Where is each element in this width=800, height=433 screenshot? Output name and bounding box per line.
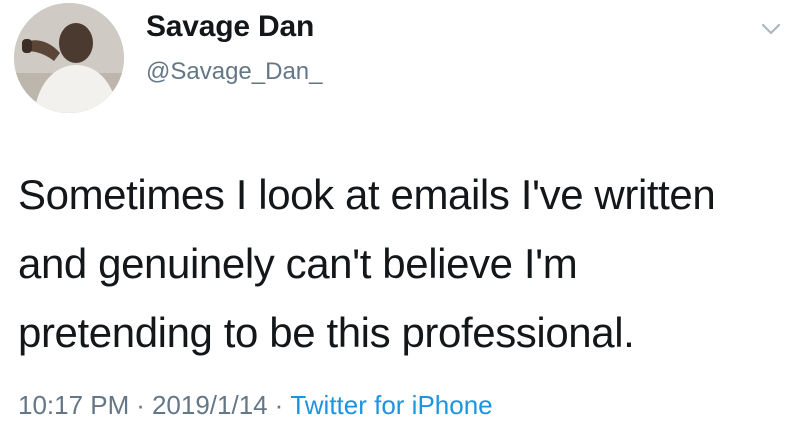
tweet-time[interactable]: 10:17 PM: [18, 390, 129, 420]
avatar-photo: [14, 3, 124, 113]
display-name[interactable]: Savage Dan: [146, 10, 314, 44]
tweet-metadata: 10:17 PM · 2019/1/14 · Twitter for iPhone: [18, 390, 493, 421]
meta-separator: ·: [274, 390, 284, 420]
avatar[interactable]: [14, 3, 124, 113]
tweet-text-line: pretending to be this professional.: [18, 309, 635, 356]
chevron-down-icon[interactable]: [756, 14, 786, 44]
tweet-source-link[interactable]: Twitter for iPhone: [290, 390, 492, 420]
tweet-text: Sometimes I look at emails I've written …: [18, 160, 778, 367]
tweet-text-line: and genuinely can't believe I'm: [18, 240, 578, 287]
tweet-card: Savage Dan @Savage_Dan_ Sometimes I look…: [0, 0, 800, 433]
meta-separator: ·: [136, 390, 145, 420]
user-handle[interactable]: @Savage_Dan_: [146, 58, 322, 86]
tweet-date[interactable]: 2019/1/14: [152, 390, 268, 420]
tweet-text-line: Sometimes I look at emails I've written: [18, 171, 716, 218]
